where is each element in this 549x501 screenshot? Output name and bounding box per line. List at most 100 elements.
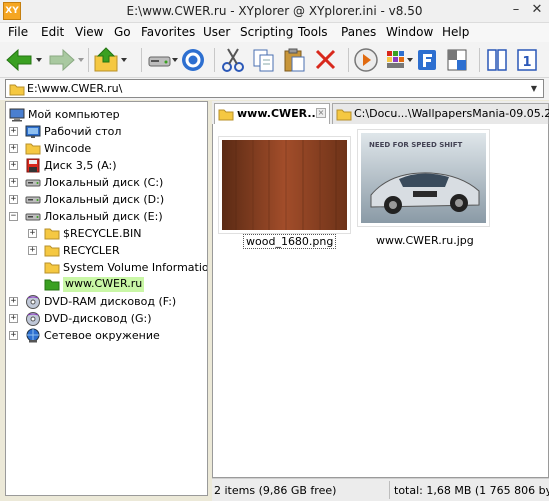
folder-icon bbox=[44, 243, 60, 258]
tree-expander[interactable]: + bbox=[9, 178, 18, 187]
forward-icon[interactable] bbox=[47, 46, 87, 74]
toolbar-separator bbox=[214, 48, 215, 72]
tree-item-label: $RECYCLE.BIN bbox=[63, 227, 142, 240]
network-icon bbox=[26, 328, 40, 343]
cut-icon[interactable] bbox=[220, 46, 246, 74]
toolbar-separator bbox=[88, 48, 89, 72]
delete-icon[interactable] bbox=[313, 46, 339, 74]
menu-favorites[interactable]: Favorites bbox=[141, 25, 195, 39]
tree-item[interactable]: www.CWER.ru bbox=[6, 276, 207, 293]
window-title: E:\www.CWER.ru - XYplorer @ XYplorer.ini… bbox=[126, 4, 423, 18]
file-list[interactable]: wood_1680.png NEED FOR SPEED SHIFT www.C… bbox=[212, 124, 549, 478]
menu-tools[interactable]: Tools bbox=[298, 25, 328, 39]
tree-item[interactable]: Мой компьютер bbox=[6, 106, 207, 123]
tree-expander[interactable]: + bbox=[9, 331, 18, 340]
menu-file[interactable]: File bbox=[8, 25, 28, 39]
back-icon[interactable] bbox=[4, 46, 44, 74]
tree-item[interactable]: + Рабочий стол bbox=[6, 123, 207, 140]
drive-icon bbox=[25, 192, 41, 207]
file-item-cwer[interactable]: NEED FOR SPEED SHIFT bbox=[357, 129, 490, 227]
tree-item[interactable]: + Сетевое окружение bbox=[6, 327, 207, 344]
dual-pane-icon[interactable] bbox=[485, 46, 509, 74]
menu-help[interactable]: Help bbox=[442, 25, 469, 39]
dvd-icon bbox=[25, 294, 41, 309]
menu-edit[interactable]: Edit bbox=[41, 25, 64, 39]
title-bar: XY E:\www.CWER.ru - XYplorer @ XYplorer.… bbox=[0, 0, 549, 23]
tree-expander[interactable]: + bbox=[9, 144, 18, 153]
color-grid-icon[interactable] bbox=[384, 46, 414, 74]
tree-expander[interactable]: + bbox=[28, 229, 37, 238]
single-pane-icon[interactable]: 1 bbox=[515, 46, 541, 74]
folder-icon bbox=[44, 279, 60, 291]
tree-item[interactable]: − Локальный диск (E:) bbox=[6, 208, 207, 225]
folder-icon bbox=[25, 143, 41, 155]
tab-wallpapers[interactable]: C:\Docu...\WallpapersMania-09.05.20 bbox=[332, 103, 549, 124]
tab-www-cwer[interactable]: www.CWER... × bbox=[214, 103, 330, 124]
folder-icon bbox=[44, 262, 60, 274]
file-item-wood[interactable] bbox=[218, 136, 351, 234]
tree-item-label: Локальный диск (C:) bbox=[44, 176, 164, 189]
tree-expander[interactable]: + bbox=[9, 127, 18, 136]
tree-item[interactable]: + Диск 3,5 (A:) bbox=[6, 157, 207, 174]
tree-expander[interactable]: + bbox=[28, 246, 37, 255]
toolbar-separator bbox=[348, 48, 349, 72]
tree-item-label: Wincode bbox=[44, 142, 92, 155]
toolbar-separator bbox=[479, 48, 480, 72]
window-icon[interactable] bbox=[445, 46, 469, 74]
tree-item-label: www.CWER.ru bbox=[63, 277, 145, 292]
copy-icon[interactable] bbox=[251, 46, 277, 74]
floppy-icon bbox=[26, 158, 40, 173]
tree-item-label: Мой компьютер bbox=[28, 108, 120, 121]
target-icon[interactable] bbox=[180, 46, 206, 74]
menu-user[interactable]: User bbox=[203, 25, 230, 39]
up-folder-icon[interactable] bbox=[92, 46, 132, 74]
status-items: 2 items (9,86 GB free) bbox=[214, 484, 337, 497]
tree-expander[interactable]: + bbox=[9, 161, 18, 170]
menu-scripting[interactable]: Scripting bbox=[240, 25, 293, 39]
wood-thumbnail bbox=[222, 140, 347, 230]
minimize-button[interactable]: – bbox=[506, 1, 526, 19]
tree-item[interactable]: + $RECYCLE.BIN bbox=[6, 225, 207, 242]
font-icon[interactable] bbox=[415, 46, 439, 74]
menu-go[interactable]: Go bbox=[114, 25, 131, 39]
toolbar: 1 bbox=[0, 42, 549, 78]
dvd-icon bbox=[26, 312, 40, 326]
close-button[interactable]: ✕ bbox=[527, 1, 547, 19]
tree-expander[interactable]: + bbox=[9, 195, 18, 204]
menu-window[interactable]: Window bbox=[386, 25, 433, 39]
tree-item[interactable]: + Wincode bbox=[6, 140, 207, 157]
tree-expander[interactable]: + bbox=[9, 314, 18, 323]
tree-item[interactable]: System Volume Information bbox=[6, 259, 207, 276]
address-input[interactable]: E:\www.CWER.ru\ ▼ bbox=[5, 79, 544, 98]
tab-close-button[interactable]: × bbox=[316, 108, 326, 118]
tree-item[interactable]: + Локальный диск (C:) bbox=[6, 174, 207, 191]
tree-item[interactable]: + RECYCLER bbox=[6, 242, 207, 259]
tree-item-label: DVD-дисковод (G:) bbox=[44, 312, 152, 325]
tree-item-label: Локальный диск (D:) bbox=[44, 193, 165, 206]
address-dropdown-button[interactable]: ▼ bbox=[527, 81, 541, 96]
folder-icon bbox=[9, 84, 25, 96]
tab-bar: www.CWER... × C:\Docu...\WallpapersMania… bbox=[212, 101, 549, 124]
tree-item[interactable]: + DVD-дисковод (G:) bbox=[6, 310, 207, 327]
menu-panes[interactable]: Panes bbox=[341, 25, 376, 39]
desktop-icon bbox=[25, 125, 41, 138]
tree-item[interactable]: + DVD-RAM дисковод (F:) bbox=[6, 293, 207, 310]
tree-expander[interactable]: − bbox=[9, 212, 18, 221]
status-bar: 2 items (9,86 GB free) total: 1,68 MB (1… bbox=[212, 478, 549, 501]
tree-expander[interactable]: + bbox=[9, 297, 18, 306]
play-icon[interactable] bbox=[353, 46, 381, 74]
address-value: E:\www.CWER.ru\ bbox=[27, 82, 123, 95]
folder-tree[interactable]: Мой компьютер + Рабочий стол + Wincode + Диск … bbox=[5, 101, 208, 496]
tree-item-label: System Volume Information bbox=[63, 261, 208, 274]
paste-icon[interactable] bbox=[282, 46, 308, 74]
folder-icon bbox=[44, 245, 60, 257]
drive-icon bbox=[25, 196, 41, 204]
menu-view[interactable]: View bbox=[75, 25, 103, 39]
file-name[interactable]: www.CWER.ru.jpg bbox=[376, 234, 474, 247]
tree-item[interactable]: + Локальный диск (D:) bbox=[6, 191, 207, 208]
desktop-icon bbox=[25, 124, 41, 139]
single-pane-label: 1 bbox=[522, 55, 531, 70]
file-name[interactable]: wood_1680.png bbox=[243, 234, 337, 249]
tab-label: C:\Docu...\WallpapersMania-09.05.20 bbox=[354, 107, 549, 120]
drive-icon[interactable] bbox=[146, 46, 180, 74]
